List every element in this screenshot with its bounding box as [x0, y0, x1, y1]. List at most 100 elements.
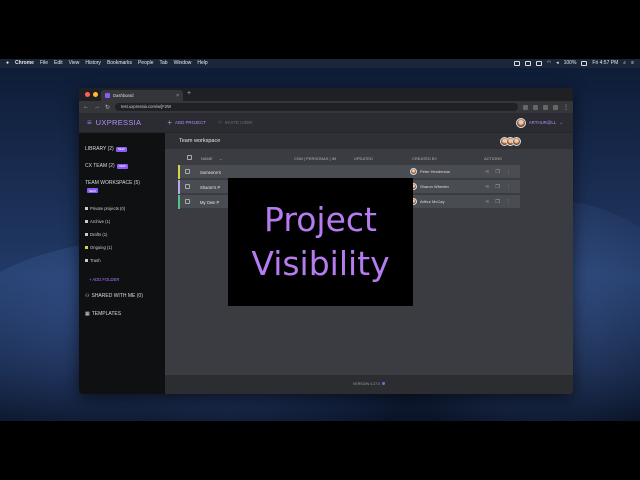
- menu-edit[interactable]: Edit: [54, 59, 63, 68]
- sidebar-item-label: LIBRARY (2): [85, 146, 114, 152]
- menu-list-icon[interactable]: ≡: [631, 59, 634, 68]
- column-actions: ACTIONS: [484, 156, 502, 161]
- copy-icon[interactable]: ❐: [495, 169, 499, 175]
- more-options-icon[interactable]: ⋮: [506, 199, 511, 205]
- column-created-by[interactable]: CREATED BY: [412, 156, 437, 161]
- grid-icon: ▦: [85, 311, 90, 317]
- row-checkbox[interactable]: [185, 184, 190, 189]
- sidebar-item-label: TEAM WORKSPACE (5): [85, 180, 140, 186]
- column-name[interactable]: NAME: [201, 156, 213, 161]
- row-checkbox[interactable]: [185, 169, 190, 174]
- menu-tab[interactable]: Tab: [160, 59, 168, 68]
- folder-icon: [85, 233, 88, 236]
- menu-window[interactable]: Window: [174, 59, 192, 68]
- app-logo[interactable]: UXPRESSIA: [96, 118, 142, 127]
- share-icon[interactable]: ⋖: [485, 169, 489, 175]
- menu-app-name[interactable]: Chrome: [15, 59, 34, 68]
- project-name[interactable]: My Own P: [200, 200, 219, 205]
- star-icon[interactable]: [523, 104, 528, 110]
- folder-label: Archive (1): [90, 219, 111, 224]
- screen-record-icon[interactable]: [513, 61, 520, 66]
- select-all-checkbox[interactable]: [187, 155, 192, 160]
- copy-icon[interactable]: ❐: [495, 199, 499, 205]
- menu-people[interactable]: People: [138, 59, 154, 68]
- menu-file[interactable]: File: [40, 59, 48, 68]
- creator-name: Sharon Wheeler: [420, 184, 449, 189]
- app-header: ≡ UXPRESSIA + ADD PROJECT ⚇ INVITE USER …: [79, 113, 573, 133]
- overlay-title-line-2: Visibility: [251, 244, 390, 283]
- more-options-icon[interactable]: ⋮: [506, 169, 511, 175]
- extension-icon[interactable]: [533, 104, 538, 110]
- table-row[interactable]: Someone's Peter Henderson ⋖ ❐ ⋮: [178, 165, 520, 179]
- volume-icon[interactable]: ◂: [556, 59, 559, 68]
- folder-item[interactable]: Ongoing (1): [85, 245, 112, 250]
- row-checkbox[interactable]: [185, 199, 190, 204]
- avatar: [512, 136, 521, 146]
- new-badge: NEW: [115, 146, 127, 152]
- add-folder-button[interactable]: + ADD FOLDER: [89, 277, 119, 282]
- folder-item[interactable]: Archive (1): [85, 219, 110, 224]
- menu-view[interactable]: View: [69, 59, 80, 68]
- favicon-icon: [105, 93, 110, 98]
- close-window-button[interactable]: [85, 92, 90, 97]
- project-creator: Arthur McCay: [410, 198, 444, 205]
- tab-title: Dashboard: [113, 93, 134, 98]
- column-updated[interactable]: UPDATED: [354, 156, 373, 161]
- folder-item-trash[interactable]: Trash: [85, 258, 101, 263]
- menu-help[interactable]: Help: [197, 59, 207, 68]
- project-name[interactable]: Someone's: [200, 170, 221, 175]
- share-icon[interactable]: ⋖: [485, 199, 489, 205]
- sidebar-item-library[interactable]: LIBRARY (2) NEW: [85, 146, 127, 152]
- row-actions: ⋖ ❐ ⋮: [485, 169, 511, 175]
- page-title: Team workspace: [179, 138, 221, 144]
- battery-icon[interactable]: [581, 61, 588, 66]
- extension-icon[interactable]: [543, 104, 548, 110]
- new-badge: NEW: [116, 163, 128, 169]
- folder-item[interactable]: Private projects (0): [85, 206, 125, 211]
- project-name[interactable]: Sharon's P: [200, 185, 220, 190]
- search-icon[interactable]: ⌕: [623, 59, 626, 68]
- lock-icon: [85, 207, 88, 210]
- workspace-members[interactable]: [500, 136, 521, 146]
- folder-item[interactable]: Drafts (1): [85, 232, 107, 237]
- browser-tab[interactable]: Dashboard ×: [101, 90, 183, 101]
- sidebar-item-label: SHARED WITH ME (0): [91, 293, 143, 299]
- new-badge: NEW: [87, 188, 98, 193]
- share-icon[interactable]: ⋖: [485, 184, 489, 190]
- menu-history[interactable]: History: [85, 59, 101, 68]
- sidebar-item-cx-team[interactable]: CX TEAM (2) NEW: [85, 163, 128, 169]
- invite-user-button[interactable]: ⚇ INVITE USER: [218, 120, 253, 126]
- forward-arrow-icon[interactable]: →: [94, 104, 100, 110]
- back-arrow-icon[interactable]: ←: [83, 104, 89, 110]
- new-tab-button[interactable]: +: [187, 90, 191, 97]
- more-options-icon[interactable]: ⋮: [506, 184, 511, 190]
- column-csm: CSM | PERSONAS | IM: [294, 156, 337, 161]
- cloud-icon[interactable]: [535, 61, 542, 66]
- apple-menu-icon[interactable]: ●: [6, 59, 9, 68]
- url-input[interactable]: test.uxpressia.com/w/jF2W: [115, 103, 518, 111]
- add-project-button[interactable]: + ADD PROJECT: [167, 118, 206, 126]
- close-tab-icon[interactable]: ×: [176, 93, 179, 99]
- project-creator: Peter Henderson: [410, 168, 450, 175]
- folder-icon: [85, 220, 88, 223]
- hamburger-menu-icon[interactable]: ≡: [87, 118, 92, 127]
- more-options-icon[interactable]: ⋮: [563, 104, 569, 111]
- sidebar-item-team-workspace[interactable]: TEAM WORKSPACE (5): [85, 180, 140, 186]
- sort-icon[interactable]: ⌄: [219, 156, 222, 161]
- tab-bar: Dashboard × +: [79, 88, 573, 101]
- clock[interactable]: Fri 4:57 PM: [592, 59, 618, 68]
- row-actions: ⋖ ❐ ⋮: [485, 199, 511, 205]
- profile-icon[interactable]: [553, 104, 558, 110]
- reload-icon[interactable]: ↻: [105, 104, 110, 111]
- user-menu[interactable]: ARTHUR@LL ⌄: [515, 117, 563, 128]
- wifi-icon[interactable]: ◠: [547, 59, 551, 68]
- sidebar-item-templates[interactable]: ▦ TEMPLATES: [85, 311, 121, 317]
- extension-icon[interactable]: [524, 61, 531, 66]
- sidebar-item-shared[interactable]: ⚇ SHARED WITH ME (0): [85, 293, 143, 299]
- creator-name: Arthur McCay: [420, 199, 445, 204]
- copy-icon[interactable]: ❐: [495, 184, 499, 190]
- minimize-window-button[interactable]: [93, 92, 98, 97]
- update-dot-icon: [382, 382, 386, 385]
- menu-bookmarks[interactable]: Bookmarks: [107, 59, 132, 68]
- battery-percent: 100%: [563, 60, 577, 66]
